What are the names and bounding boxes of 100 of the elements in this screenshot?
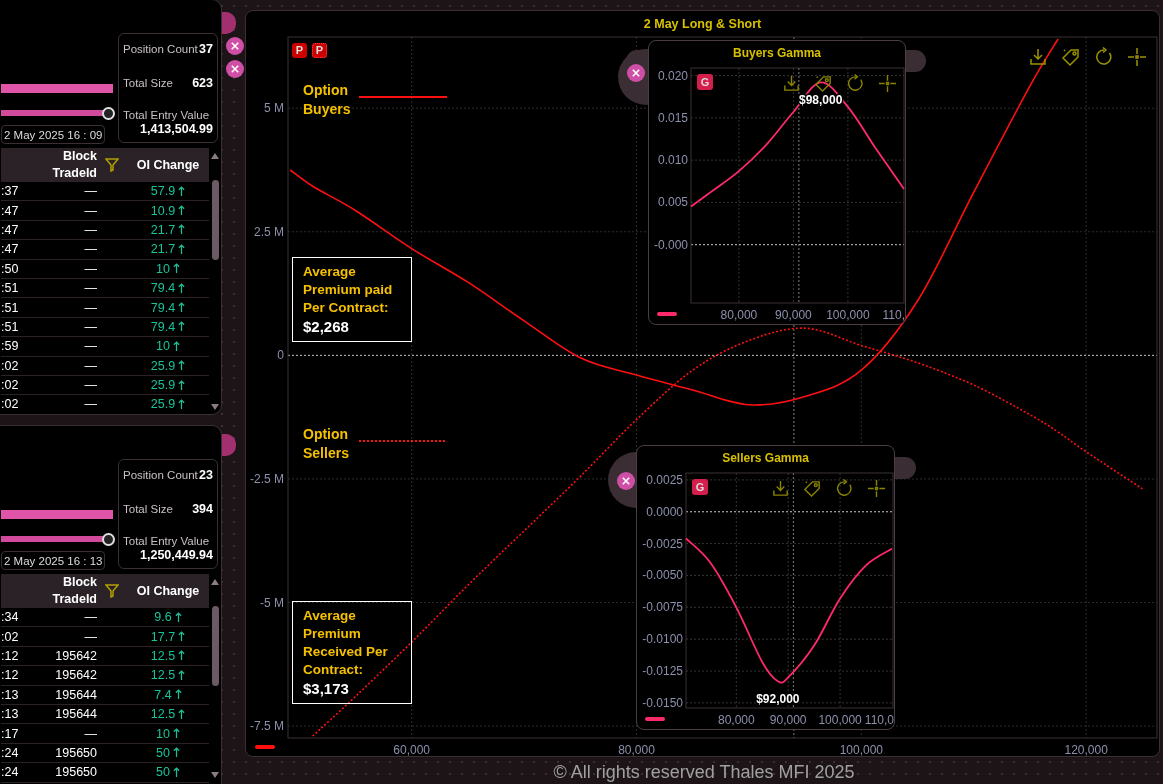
table-cell-text: 195644 <box>54 707 97 722</box>
table-cell: 12.5 <box>150 648 176 663</box>
axis-label: -7.5 M <box>250 719 284 734</box>
stat-label: Total Size <box>123 502 173 516</box>
table-cell-text: :02 <box>1 629 20 644</box>
table-cell: 50 <box>156 745 170 760</box>
table-cell-text: :24 <box>1 745 20 760</box>
table-cell-text: :02 <box>1 358 20 373</box>
stat-label: Total Entry Value <box>123 535 211 548</box>
table-cell: 25.9 <box>150 358 176 373</box>
axis-label: -0.0125 <box>642 664 683 679</box>
table-cell: 12.5 <box>150 668 176 683</box>
stat-label: Position Count <box>123 43 198 56</box>
premium-value: $2,268 <box>303 317 350 336</box>
axis-label: 0.015 <box>657 110 688 125</box>
chart-title: Buyers Gamma <box>731 45 822 62</box>
table-cell-text: :02 <box>1 397 20 412</box>
legend-label: Option Buyers <box>303 81 352 119</box>
copyright-text: © All rights reserved Thales MFI 2025 <box>552 761 856 784</box>
table-cell-text: :02 <box>1 378 20 393</box>
table-cell: 50 <box>156 765 170 780</box>
axis-label: 0.0000 <box>646 504 683 519</box>
stat-value: 1,250,449.94 <box>140 548 213 562</box>
table-cell-text: :51 <box>1 281 20 296</box>
table-cell-text: — <box>83 397 97 412</box>
table-cell: 9.6 <box>154 610 172 625</box>
axis-label: 100,000 <box>839 743 884 757</box>
axis-label: 90,000 <box>775 308 812 322</box>
axis-label: 120,000 <box>1064 743 1108 757</box>
axis-label: -0.0075 <box>642 600 683 615</box>
table-cell-text: :34 <box>1 610 20 625</box>
table-cell-text: — <box>83 339 97 354</box>
stat-value: 37 <box>199 42 213 56</box>
table-cell-text: — <box>83 629 97 644</box>
table-cell-text: :47 <box>1 222 20 237</box>
table-cell-text: — <box>83 300 97 315</box>
axis-label: -2.5 M <box>250 471 284 486</box>
premium-label: Average Premium Received Per Contract: <box>303 607 389 679</box>
axis-label: -5 M <box>260 595 284 610</box>
table-cell-text: :13 <box>1 707 20 722</box>
table-cell-text: 195644 <box>54 687 97 702</box>
axis-label: -0.0100 <box>642 632 683 647</box>
table-cell-text: :12 <box>1 668 20 683</box>
peak-label: $92,000 <box>756 692 800 707</box>
table-cell-text: — <box>83 610 97 625</box>
table-cell: 10 <box>156 261 170 276</box>
table-cell-text: :51 <box>1 300 20 315</box>
legend-label: Option Sellers <box>303 425 350 463</box>
premium-label: Average Premium paid Per Contract: <box>303 263 394 317</box>
table-cell: 12.5 <box>150 707 176 722</box>
table-cell: 21.7 <box>150 222 176 237</box>
table-cell-text: — <box>83 319 97 334</box>
stat-label: Position Count <box>123 469 198 482</box>
axis-label: 0 <box>277 348 284 363</box>
table-cell: 25.9 <box>150 378 176 393</box>
table-cell-text: :47 <box>1 203 20 218</box>
stat-value: 1,413,504.99 <box>140 122 213 136</box>
table-cell-text: :13 <box>1 687 20 702</box>
table-cell: 17.7 <box>150 629 176 644</box>
table-cell: 21.7 <box>150 242 176 257</box>
table-cell-text: — <box>83 281 97 296</box>
table-cell-text: 195650 <box>54 745 97 760</box>
table-cell-text: 195642 <box>54 648 97 663</box>
table-cell: 79.4 <box>150 300 176 315</box>
chart-title: 2 May Long & Short <box>642 16 763 33</box>
stat-value: 394 <box>192 501 213 516</box>
table-cell-text: — <box>83 358 97 373</box>
table-cell: 25.9 <box>150 397 176 412</box>
table-cell-text: — <box>83 222 97 237</box>
table-cell-text: :59 <box>1 339 20 354</box>
table-cell-text: :47 <box>1 242 20 257</box>
axis-label: 0.020 <box>657 68 688 83</box>
axis-label: -0.000 <box>653 237 688 252</box>
axis-label: 110,0 <box>864 713 894 727</box>
axis-label: 5 M <box>264 101 284 116</box>
axis-label: -0.0150 <box>642 695 683 710</box>
table-cell-text: :37 <box>1 184 20 199</box>
table-cell-text: — <box>83 261 97 276</box>
table-cell-text: — <box>83 378 97 393</box>
stat-value: 623 <box>192 75 213 90</box>
axis-label: 0.010 <box>657 153 688 168</box>
axis-label: -0.0050 <box>642 568 683 583</box>
axis-label: 60,000 <box>393 743 430 757</box>
table-cell-text: 195642 <box>54 668 97 683</box>
stat-label: Total Size <box>123 76 173 90</box>
table-cell: 10.9 <box>150 203 176 218</box>
axis-label: 100,000 <box>826 308 870 322</box>
axis-label: 90,000 <box>769 713 807 727</box>
axis-label: 110, <box>882 308 905 322</box>
stat-value: 23 <box>199 468 213 482</box>
axis-label: 0.0025 <box>646 472 683 487</box>
table-cell: 79.4 <box>150 319 176 334</box>
axis-label: 2.5 M <box>254 224 284 239</box>
table-cell-text: — <box>83 726 97 741</box>
axis-label: 80,000 <box>720 308 758 322</box>
premium-value: $3,173 <box>303 679 350 698</box>
axis-label: 100,000 <box>818 713 862 727</box>
table-cell-text: :50 <box>1 261 20 276</box>
table-cell-text: 195650 <box>54 765 97 780</box>
table-cell: 10 <box>156 339 170 354</box>
